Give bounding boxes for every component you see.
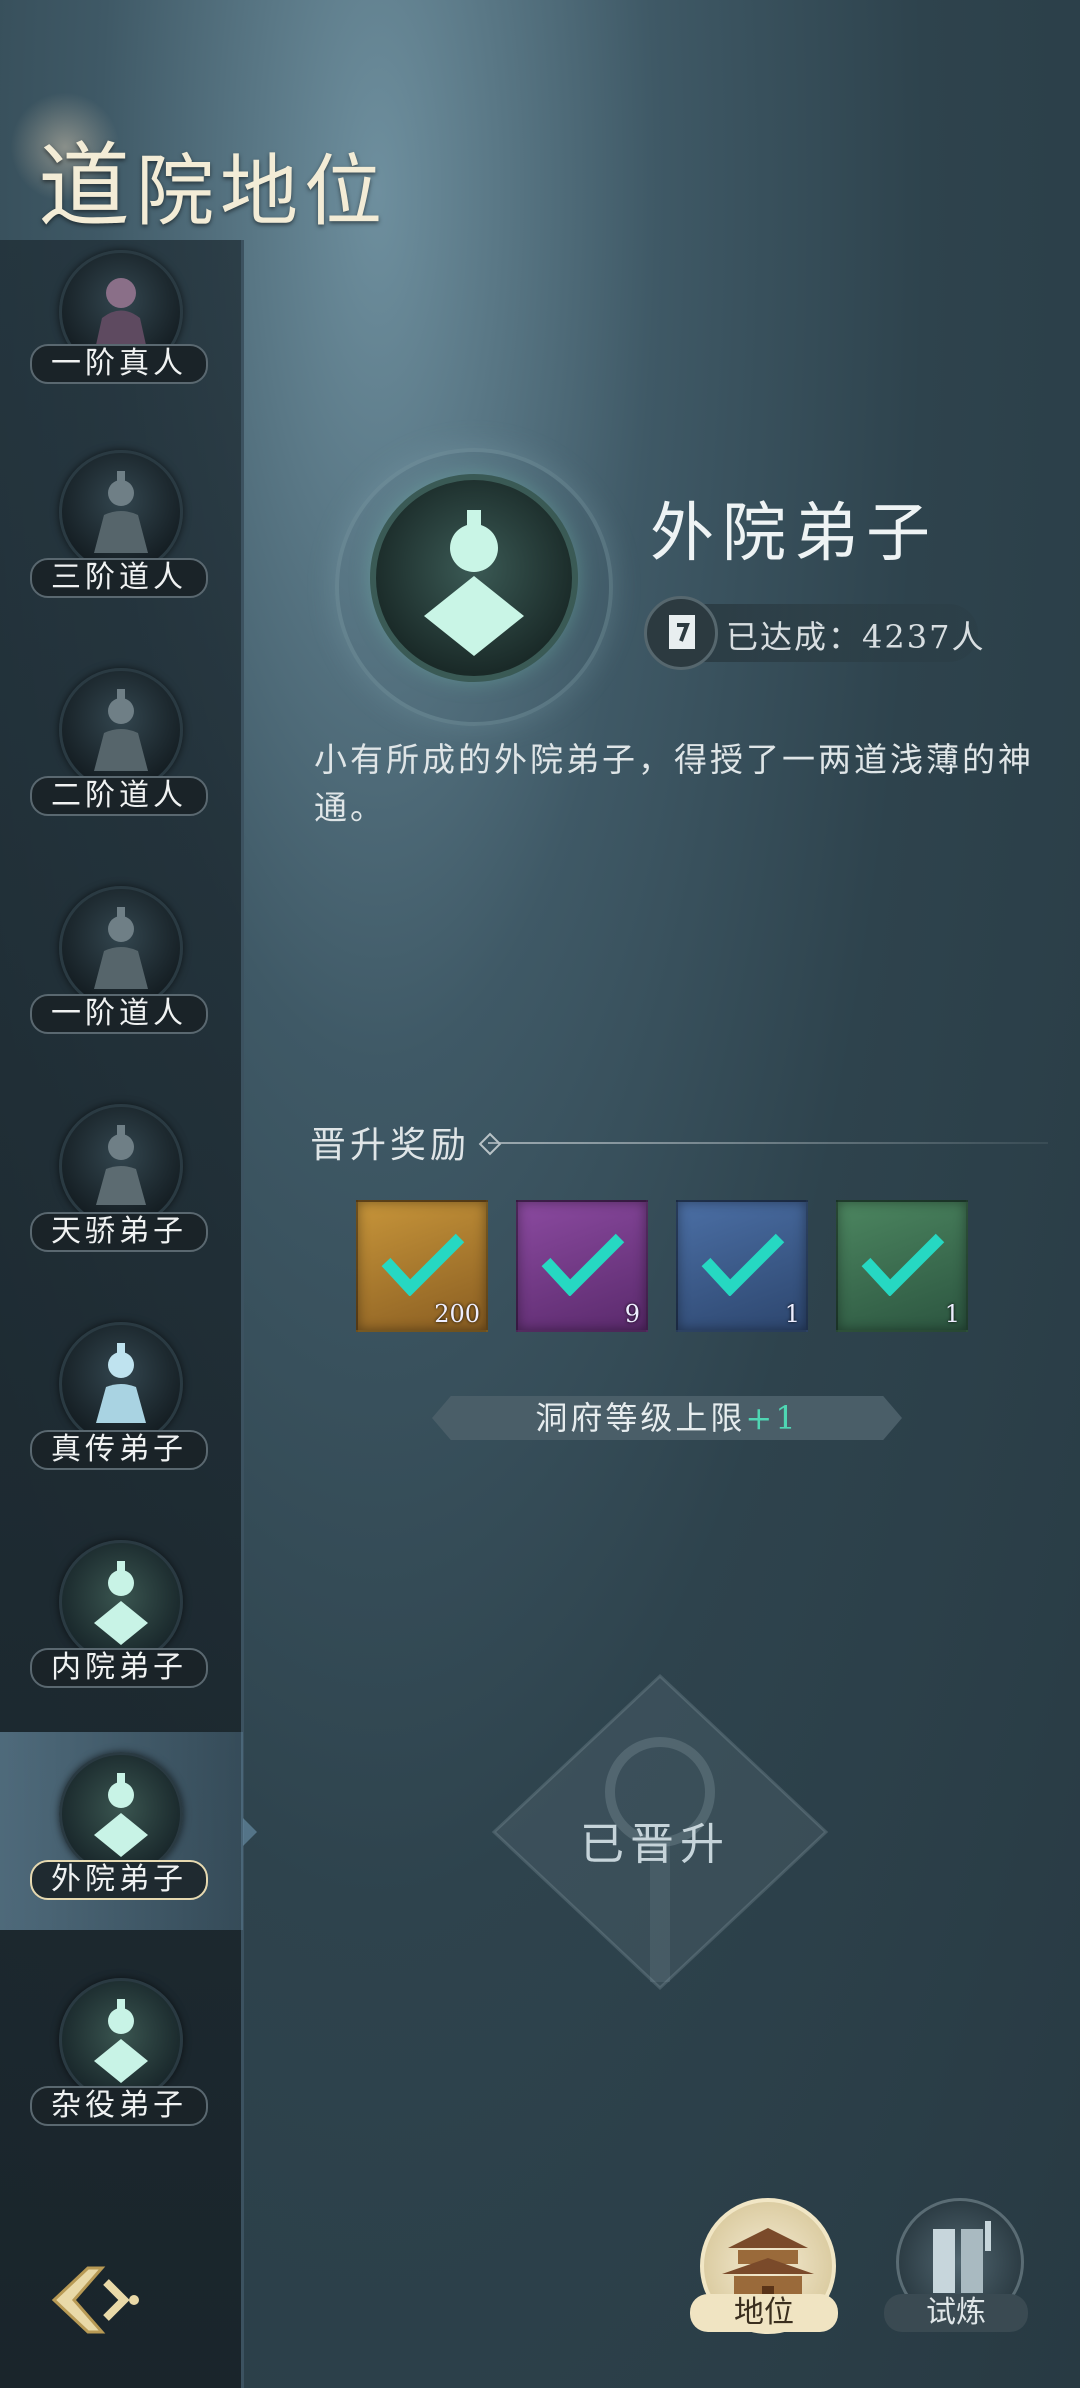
sidebar-item-label: 外院弟子 [30,1860,208,1900]
record-book-icon [644,596,718,670]
disciple-avatar-icon [59,1104,183,1228]
rank-emblem [370,474,578,682]
bonus-text: 洞府等级上限 [535,1399,746,1437]
sidebar-item-rank-8[interactable]: 外院弟子 [0,1732,257,1930]
sidebar-item-label: 内院弟子 [30,1648,208,1688]
cave-level-bonus: 洞府等级上限+1 [432,1396,902,1440]
sidebar-item-label: 天骄弟子 [30,1212,208,1252]
rank-description: 小有所成的外院弟子，得授了一两道浅薄的神通。 [314,740,1034,827]
reward-quantity: 1 [944,1300,960,1328]
page-title-rest: 院地位 [136,147,389,237]
disciple-emblem-icon [424,510,524,656]
rank-name: 外院弟子 [650,497,938,571]
disciple-avatar-icon [59,1752,183,1876]
sidebar-item-rank-3[interactable]: 二阶道人 [0,648,243,846]
sidebar-item-rank-1[interactable]: 一阶真人 [0,238,243,436]
back-arrow-icon [51,2266,139,2334]
achieved-count: 已达成：4237人 [726,618,986,656]
nav-trial-label[interactable]: 试炼 [884,2294,1028,2332]
page-title-first-char: 道 [38,133,137,240]
rewards-divider [488,1142,1048,1144]
check-icon [701,1233,785,1296]
bonus-plus: +1 [745,1399,799,1437]
page-title: 道院地位 [38,112,388,245]
reward-quantity: 200 [434,1300,480,1328]
sidebar-item-rank-4[interactable]: 一阶道人 [0,866,243,1064]
rewards-divider-ornament [478,1132,502,1156]
daoist-avatar-icon [59,886,183,1010]
daoist-avatar-icon [59,668,183,792]
sidebar-item-rank-9[interactable]: 杂役弟子 [0,1958,243,2156]
disciple-avatar-icon [59,1978,183,2102]
sidebar-item-label: 三阶道人 [30,558,208,598]
reward-item-talisman[interactable]: 200 [356,1200,488,1332]
disciple-avatar-icon [59,1540,183,1664]
check-icon [541,1233,625,1296]
reward-item-robe[interactable]: 1 [836,1200,968,1332]
reward-quantity: 1 [784,1300,800,1328]
sidebar-item-label: 一阶真人 [30,344,208,384]
disciple-avatar-icon [59,1322,183,1446]
sidebar-item-label: 真传弟子 [30,1430,208,1470]
sidebar-item-rank-5[interactable]: 天骄弟子 [0,1084,243,1282]
sidebar-item-rank-2[interactable]: 三阶道人 [0,430,243,628]
rewards-title: 晋升奖励 [310,1125,471,1166]
reward-quantity: 9 [624,1300,640,1328]
sidebar-item-label: 一阶道人 [30,994,208,1034]
reward-item-spirit-stone[interactable]: 9 [516,1200,648,1332]
sidebar-item-rank-6[interactable]: 真传弟子 [0,1302,243,1500]
daoist-avatar-icon [59,450,183,574]
check-icon [381,1233,465,1296]
sidebar-item-label: 二阶道人 [30,776,208,816]
sidebar-item-label: 杂役弟子 [30,2086,208,2126]
promoted-status: 已晋升 [580,1819,730,1870]
back-button[interactable] [48,2260,144,2340]
sidebar-item-rank-7[interactable]: 内院弟子 [0,1520,243,1718]
nav-rank-label[interactable]: 地位 [690,2294,838,2332]
reward-item-scroll[interactable]: 1 [676,1200,808,1332]
check-icon [861,1233,945,1296]
